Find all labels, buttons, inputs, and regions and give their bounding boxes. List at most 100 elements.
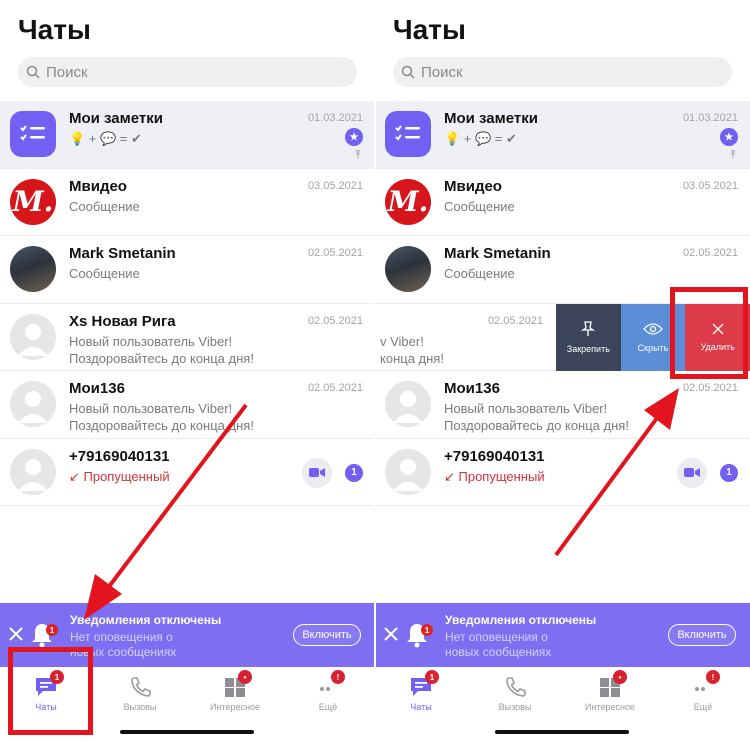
hide-label: Скрыть [637, 342, 669, 353]
phone-icon [506, 677, 526, 697]
placeholder-avatar [385, 381, 431, 427]
tab-calls[interactable]: Вызовы [480, 675, 550, 712]
placeholder-avatar [10, 381, 56, 427]
close-icon[interactable] [8, 626, 24, 642]
chat-message: Сообщение [69, 198, 140, 214]
unread-badge: 1 [345, 463, 363, 482]
chat-date: 02.05.2021 [307, 382, 363, 394]
chat-message: 💡 + 💬 = ✔ [69, 131, 142, 146]
placeholder-avatar [10, 448, 56, 495]
chat-date: 02.05.2021 [307, 247, 363, 259]
chat-row-notes[interactable]: Мои заметки 💡 + 💬 = ✔ 01.03.2021 ★ [375, 101, 750, 169]
video-call-icon[interactable] [302, 457, 332, 488]
phone-icon [131, 677, 151, 697]
highlight-box-chats-tab [8, 647, 93, 735]
chat-date: 01.03.2021 [307, 112, 363, 124]
chat-row-notes[interactable]: Мои заметки 💡 + 💬 = ✔ 01.03.2021 ★ [0, 101, 375, 169]
tab-badge: • [238, 670, 252, 684]
tab-label: Вызовы [123, 702, 157, 712]
chat-name: Mark Smetanin [444, 245, 551, 262]
missed-call-label: ↙ Пропущенный [444, 468, 545, 484]
tab-label: Ещё [318, 702, 338, 712]
tab-badge: 1 [425, 670, 439, 684]
tab-label: Интересное [210, 702, 260, 712]
chat-name: Мои заметки [69, 110, 163, 127]
tab-more[interactable]: ! Ещё [293, 670, 363, 712]
chat-row-mvideo[interactable]: M. Мвидео Сообщение 03.05.2021 [0, 169, 375, 236]
notifications-banner: 1 Уведомления отключены Нет оповещения о… [375, 603, 750, 667]
tab-explore[interactable]: • Интересное [200, 670, 270, 712]
chat-date: 02.05.2021 [682, 247, 738, 259]
enable-button[interactable]: Включить [668, 624, 736, 646]
tab-calls[interactable]: Вызовы [105, 675, 175, 712]
pin-icon [581, 321, 596, 336]
search-placeholder: Поиск [46, 63, 88, 81]
tab-label: Чаты [410, 702, 432, 712]
close-icon[interactable] [383, 626, 399, 642]
chat-date: 01.03.2021 [682, 112, 738, 124]
tab-chats[interactable]: 1 Чаты [386, 670, 456, 712]
pin-button[interactable]: Закрепить [556, 303, 621, 371]
star-icon: ★ [720, 128, 738, 146]
chat-row-mvideo[interactable]: M. Мвидео Сообщение 03.05.2021 [375, 169, 750, 236]
chat-message: Сообщение [444, 198, 515, 214]
chat-row-phone[interactable]: +79169040131 ↙ Пропущенный 1 [375, 439, 750, 506]
pin-label: Закрепить [566, 343, 610, 354]
chat-row-phone[interactable]: +79169040131 ↙ Пропущенный 1 [0, 439, 375, 506]
tab-badge: ! [706, 670, 720, 684]
chat-list: Мои заметки 💡 + 💬 = ✔ 01.03.2021 ★ M. Мв… [0, 101, 375, 506]
panel-divider [374, 0, 376, 741]
search-icon [26, 65, 40, 79]
video-call-icon[interactable] [677, 457, 707, 488]
home-indicator [120, 730, 254, 734]
chat-name: Xs Новая Рига [69, 312, 176, 330]
chat-name: Mark Smetanin [69, 245, 176, 262]
search-input[interactable]: Поиск [393, 57, 732, 87]
chat-message: Новый пользователь Viber! Поздоровайтесь… [69, 401, 254, 433]
tab-more[interactable]: ! Ещё [668, 670, 738, 712]
left-screenshot: Чаты Поиск Мои заметки 💡 + 💬 = ✔ 01.03.2… [0, 0, 375, 741]
chat-date: 02.05.2021 [487, 314, 543, 327]
chat-date: 03.05.2021 [682, 179, 738, 192]
mvideo-logo: M. [10, 178, 56, 225]
home-indicator [495, 730, 629, 734]
placeholder-avatar [10, 313, 56, 360]
enable-button[interactable]: Включить [293, 624, 361, 646]
chat-name: +79169040131 [69, 447, 170, 465]
notes-icon [10, 111, 56, 157]
chat-message: Новый пользователь Viber! Поздоровайтесь… [69, 333, 254, 366]
search-placeholder: Поиск [421, 63, 463, 81]
missed-call-label: ↙ Пропущенный [69, 468, 170, 484]
chat-date: 03.05.2021 [307, 179, 363, 192]
unread-badge: 1 [720, 463, 738, 482]
chat-date: 02.05.2021 [682, 382, 738, 394]
pin-icon [730, 150, 736, 159]
tab-label: Интересное [585, 702, 635, 712]
page-title: Чаты [18, 14, 91, 45]
swiped-chat-content[interactable]: v Viber! конца дня! 02.05.2021 [375, 304, 555, 372]
chat-name: Мвидео [444, 177, 502, 195]
bell-badge: 1 [421, 624, 433, 636]
eye-icon [643, 323, 663, 335]
chat-row-moi136[interactable]: Мои136 Новый пользователь Viber! Поздоро… [375, 371, 750, 439]
chat-message: 💡 + 💬 = ✔ [444, 131, 517, 146]
tab-badge: • [613, 670, 627, 684]
banner-subtitle: Нет оповещения о новых сообщениях [445, 630, 552, 659]
chat-name: Мои136 [69, 380, 125, 397]
placeholder-avatar [385, 448, 431, 495]
chat-row-mark[interactable]: Mark Smetanin Сообщение 02.05.2021 [0, 236, 375, 304]
search-input[interactable]: Поиск [18, 57, 357, 87]
chat-name: Мвидео [69, 177, 127, 195]
tab-badge: ! [331, 670, 345, 684]
notes-icon [385, 111, 431, 157]
star-icon: ★ [345, 128, 363, 146]
banner-title: Уведомления отключены [70, 613, 222, 627]
tab-label: Вызовы [498, 702, 532, 712]
chat-name: Мои136 [444, 380, 500, 397]
tab-explore[interactable]: • Интересное [575, 670, 645, 712]
chat-row-xs[interactable]: Xs Новая Рига Новый пользователь Viber! … [0, 304, 375, 371]
tab-label: Ещё [693, 702, 713, 712]
chat-name: +79169040131 [444, 447, 545, 465]
chat-row-moi136[interactable]: Мои136 Новый пользователь Viber! Поздоро… [0, 371, 375, 439]
search-icon [401, 65, 415, 79]
